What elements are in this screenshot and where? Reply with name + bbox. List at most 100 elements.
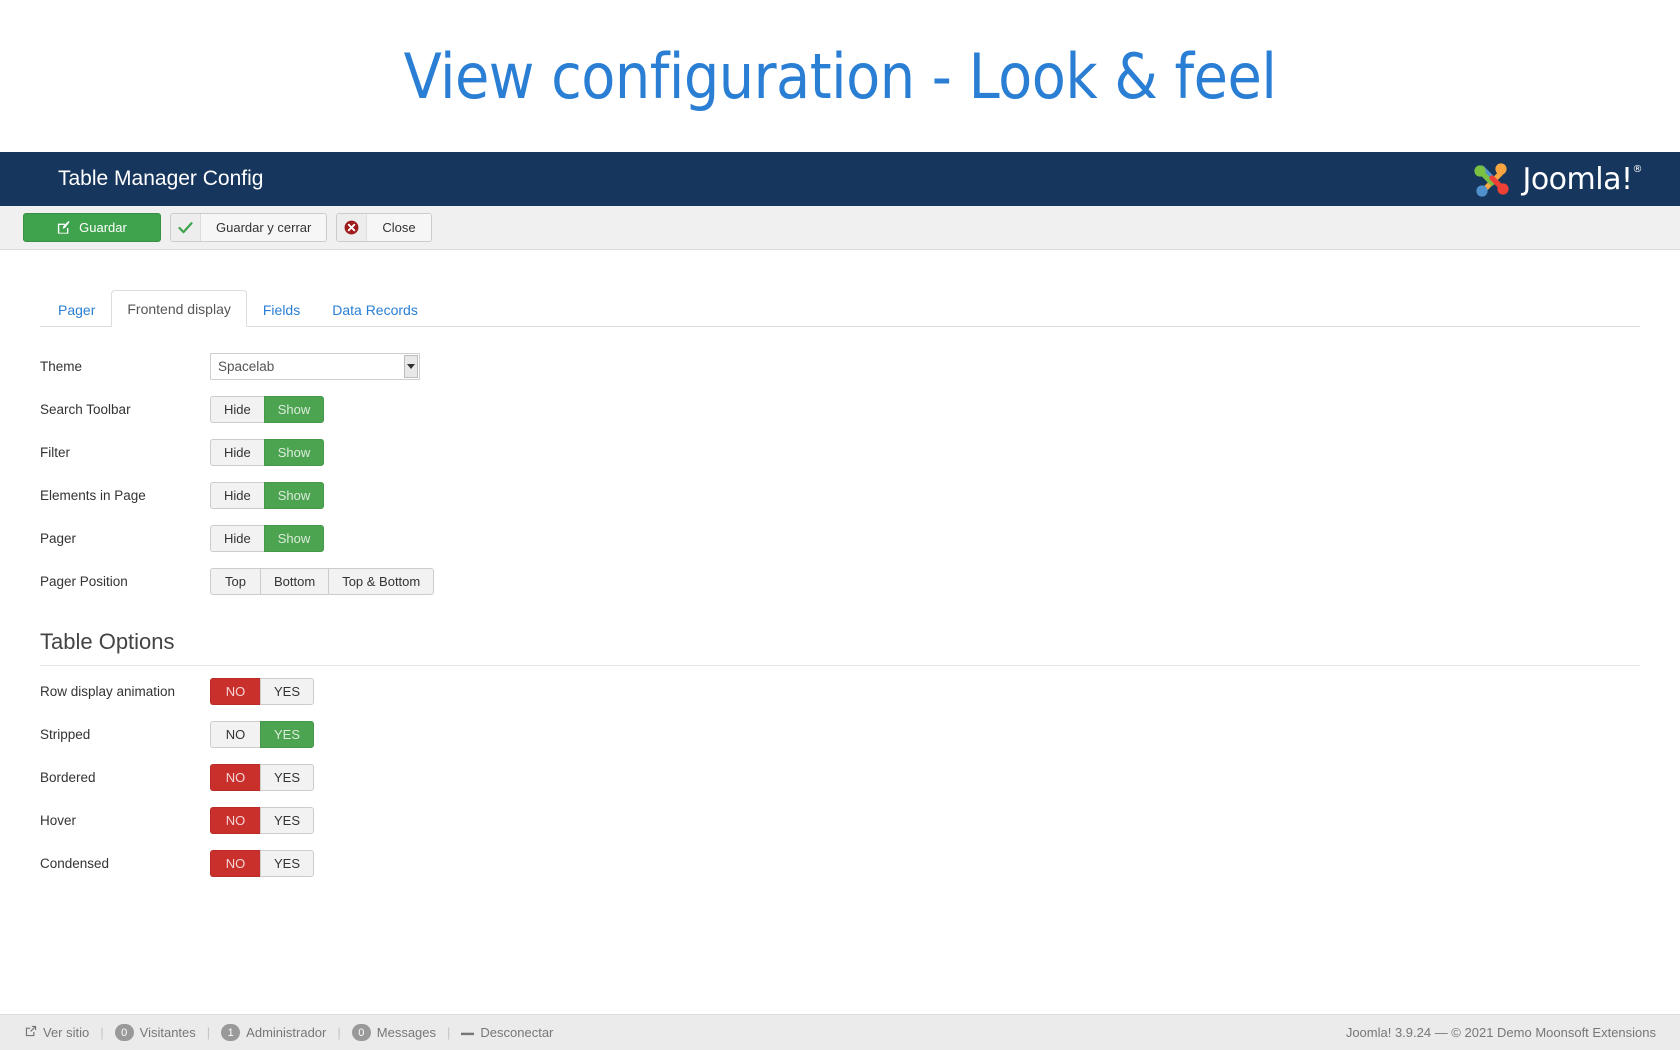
pager-position-bottom-button[interactable]: Bottom bbox=[260, 568, 329, 595]
status-item-administrator[interactable]: 1 Administrador bbox=[210, 1024, 337, 1041]
administrator-badge: 1 bbox=[221, 1024, 241, 1041]
hover-yes-button[interactable]: YES bbox=[260, 807, 315, 834]
bordered-no-button[interactable]: NO bbox=[210, 764, 260, 791]
field-row-elements-in-page: Elements in Page Hide Show bbox=[40, 474, 1640, 517]
save-and-close-label: Guardar y cerrar bbox=[201, 214, 327, 241]
theme-label: Theme bbox=[40, 359, 83, 374]
condensed-toggle: NO YES bbox=[210, 850, 315, 877]
joomla-logo: Joomla!® bbox=[1471, 160, 1660, 198]
stripped-toggle: NO YES bbox=[210, 721, 315, 748]
search-toolbar-label: Search Toolbar bbox=[40, 402, 131, 417]
status-bar: Ver sitio | 0 Visitantes | 1 Administrad… bbox=[0, 1014, 1680, 1050]
field-row-hover: Hover NO YES bbox=[40, 799, 1640, 842]
row-display-animation-no-button[interactable]: NO bbox=[210, 678, 260, 705]
elements-in-page-toggle: Hide Show bbox=[210, 482, 325, 509]
bordered-yes-button[interactable]: YES bbox=[260, 764, 315, 791]
search-toolbar-show-button[interactable]: Show bbox=[263, 396, 325, 423]
filter-toggle: Hide Show bbox=[210, 439, 325, 466]
field-row-pager: Pager Hide Show bbox=[40, 517, 1640, 560]
external-link-icon bbox=[25, 1025, 37, 1040]
frontend-display-form: Theme Spacelab Search Toolbar Hide Show … bbox=[40, 327, 1640, 885]
circle-x-icon bbox=[337, 214, 368, 241]
field-row-stripped: Stripped NO YES bbox=[40, 713, 1640, 756]
save-button[interactable]: Guardar bbox=[23, 213, 161, 242]
tab-data-records[interactable]: Data Records bbox=[316, 291, 434, 327]
close-button[interactable]: Close bbox=[336, 213, 432, 242]
pager-label: Pager bbox=[40, 531, 77, 546]
field-row-theme: Theme Spacelab bbox=[40, 345, 1640, 388]
check-icon bbox=[171, 214, 201, 241]
status-item-messages[interactable]: 0 Messages bbox=[341, 1024, 447, 1041]
pager-toggle: Hide Show bbox=[210, 525, 325, 552]
page-title-text: View configuration - Look & feel bbox=[403, 39, 1277, 113]
status-bar-left: Ver sitio | 0 Visitantes | 1 Administrad… bbox=[14, 1024, 564, 1041]
tab-pager[interactable]: Pager bbox=[42, 291, 111, 327]
visitors-badge: 0 bbox=[114, 1024, 134, 1041]
stripped-yes-button[interactable]: YES bbox=[260, 721, 315, 748]
admin-header: Table Manager Config Joomla!® bbox=[0, 152, 1680, 206]
pager-position-top-button[interactable]: Top bbox=[210, 568, 260, 595]
status-item-view-site[interactable]: Ver sitio bbox=[14, 1025, 100, 1040]
condensed-yes-button[interactable]: YES bbox=[260, 850, 315, 877]
status-item-label: Desconectar bbox=[480, 1025, 554, 1040]
status-item-label: Ver sitio bbox=[43, 1025, 90, 1040]
stripped-no-button[interactable]: NO bbox=[210, 721, 260, 748]
hover-toggle: NO YES bbox=[210, 807, 315, 834]
pager-position-toggle: Top Bottom Top & Bottom bbox=[210, 568, 435, 595]
stripped-label: Stripped bbox=[40, 727, 91, 742]
elements-in-page-hide-button[interactable]: Hide bbox=[210, 482, 264, 509]
status-item-visitors[interactable]: 0 Visitantes bbox=[104, 1024, 207, 1041]
condensed-no-button[interactable]: NO bbox=[210, 850, 260, 877]
joomla-symbol-icon bbox=[1474, 163, 1510, 197]
table-options-heading: Table Options bbox=[40, 629, 1640, 666]
messages-badge: 0 bbox=[351, 1024, 371, 1041]
bordered-toggle: NO YES bbox=[210, 764, 315, 791]
row-display-animation-toggle: NO YES bbox=[210, 678, 315, 705]
field-row-condensed: Condensed NO YES bbox=[40, 842, 1640, 885]
row-display-animation-label: Row display animation bbox=[40, 684, 176, 699]
pager-show-button[interactable]: Show bbox=[263, 525, 325, 552]
filter-show-button[interactable]: Show bbox=[263, 439, 325, 466]
row-display-animation-yes-button[interactable]: YES bbox=[260, 678, 315, 705]
copyright-text: Joomla! 3.9.24 — © 2021 Demo Moonsoft Ex… bbox=[1345, 1025, 1656, 1040]
field-row-row-display-animation: Row display animation NO YES bbox=[40, 670, 1640, 713]
search-toolbar-toggle: Hide Show bbox=[210, 396, 325, 423]
pencil-square-icon bbox=[58, 220, 70, 234]
tab-bar: Pager Frontend display Fields Data Recor… bbox=[40, 290, 1640, 327]
tab-fields[interactable]: Fields bbox=[247, 291, 316, 327]
save-and-close-button[interactable]: Guardar y cerrar bbox=[170, 213, 328, 242]
filter-hide-button[interactable]: Hide bbox=[210, 439, 264, 466]
hover-label: Hover bbox=[40, 813, 77, 828]
joomla-wordmark: Joomla!® bbox=[1522, 162, 1642, 197]
pager-hide-button[interactable]: Hide bbox=[210, 525, 264, 552]
joomla-wordmark-text: Joomla! bbox=[1522, 161, 1633, 197]
field-row-search-toolbar: Search Toolbar Hide Show bbox=[40, 388, 1640, 431]
field-row-pager-position: Pager Position Top Bottom Top & Bottom bbox=[40, 560, 1640, 603]
admin-header-title: Table Manager Config bbox=[58, 167, 264, 190]
field-row-filter: Filter Hide Show bbox=[40, 431, 1640, 474]
table-options-section: Row display animation NO YES Stripped NO… bbox=[40, 670, 1640, 885]
content-area: Pager Frontend display Fields Data Recor… bbox=[0, 250, 1680, 1023]
registered-trademark-icon: ® bbox=[1632, 163, 1643, 175]
theme-select-wrapper: Spacelab bbox=[210, 353, 420, 380]
page-title: View configuration - Look & feel bbox=[0, 0, 1680, 152]
logout-icon bbox=[461, 1026, 475, 1040]
close-button-label: Close bbox=[367, 214, 431, 241]
field-row-bordered: Bordered NO YES bbox=[40, 756, 1640, 799]
status-item-label: Messages bbox=[376, 1025, 437, 1040]
condensed-label: Condensed bbox=[40, 856, 110, 871]
toolbar: Guardar Guardar y cerrar Close bbox=[0, 206, 1680, 250]
elements-in-page-show-button[interactable]: Show bbox=[263, 482, 325, 509]
hover-no-button[interactable]: NO bbox=[210, 807, 260, 834]
bordered-label: Bordered bbox=[40, 770, 96, 785]
tab-frontend-display[interactable]: Frontend display bbox=[111, 290, 247, 327]
save-button-label: Guardar bbox=[79, 220, 127, 235]
filter-label: Filter bbox=[40, 445, 70, 460]
pager-position-label: Pager Position bbox=[40, 574, 128, 589]
pager-position-top-bottom-button[interactable]: Top & Bottom bbox=[328, 568, 435, 595]
status-item-logout[interactable]: Desconectar bbox=[450, 1025, 564, 1040]
search-toolbar-hide-button[interactable]: Hide bbox=[210, 396, 264, 423]
theme-select[interactable]: Spacelab bbox=[210, 353, 420, 380]
elements-in-page-label: Elements in Page bbox=[40, 488, 146, 503]
status-item-label: Administrador bbox=[246, 1025, 327, 1040]
